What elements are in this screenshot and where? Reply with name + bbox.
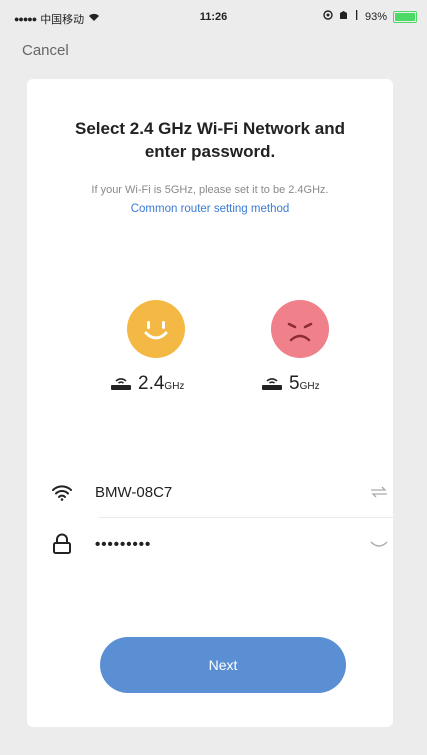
hint-text: If your Wi-Fi is 5GHz, please set it to … [91, 184, 329, 196]
page-title: Select 2.4 GHz Wi-Fi Network and enter p… [47, 117, 373, 163]
show-password-icon[interactable] [367, 536, 391, 552]
band-2-4-unit: GHz [164, 381, 185, 392]
wifi-setup-card: Select 2.4 GHz Wi-Fi Network and enter p… [27, 79, 393, 727]
battery-percent: 93% [364, 10, 387, 23]
alarm-icon [339, 10, 348, 23]
switch-network-icon[interactable] [367, 484, 391, 500]
ssid-field[interactable]: BMW-08C7 [49, 472, 393, 512]
password-field[interactable]: ••••••••• [49, 524, 393, 564]
bluetooth-icon [354, 10, 359, 23]
router-icon [110, 375, 132, 391]
lock-icon [49, 532, 75, 556]
ssid-value: BMW-08C7 [95, 483, 173, 501]
next-button[interactable]: Next [100, 637, 346, 693]
status-bar: ●●●●● 中国移动 11:26 93% [0, 0, 427, 34]
band-5ghz: 5GHz [261, 373, 320, 395]
wifi-icon [49, 480, 75, 504]
status-right: 93% [323, 10, 417, 23]
cancel-button[interactable]: Cancel [22, 42, 69, 59]
battery-icon [393, 10, 417, 23]
band-5-unit: GHz [299, 381, 320, 392]
band-2-4-number: 2.4 [138, 373, 165, 394]
happy-face-icon [127, 300, 185, 358]
title-line-1: Select 2.4 GHz Wi-Fi Network and [74, 119, 346, 138]
band-5-number: 5 [289, 373, 300, 394]
password-value: ••••••••• [95, 535, 152, 553]
band-2-4ghz: 2.4GHz [110, 373, 184, 395]
location-icon [323, 10, 333, 23]
router-icon [261, 375, 283, 391]
field-divider [99, 517, 393, 518]
sad-face-icon [271, 300, 329, 358]
title-line-2: enter password. [144, 142, 276, 161]
router-setting-link[interactable]: Common router setting method [37, 203, 383, 215]
